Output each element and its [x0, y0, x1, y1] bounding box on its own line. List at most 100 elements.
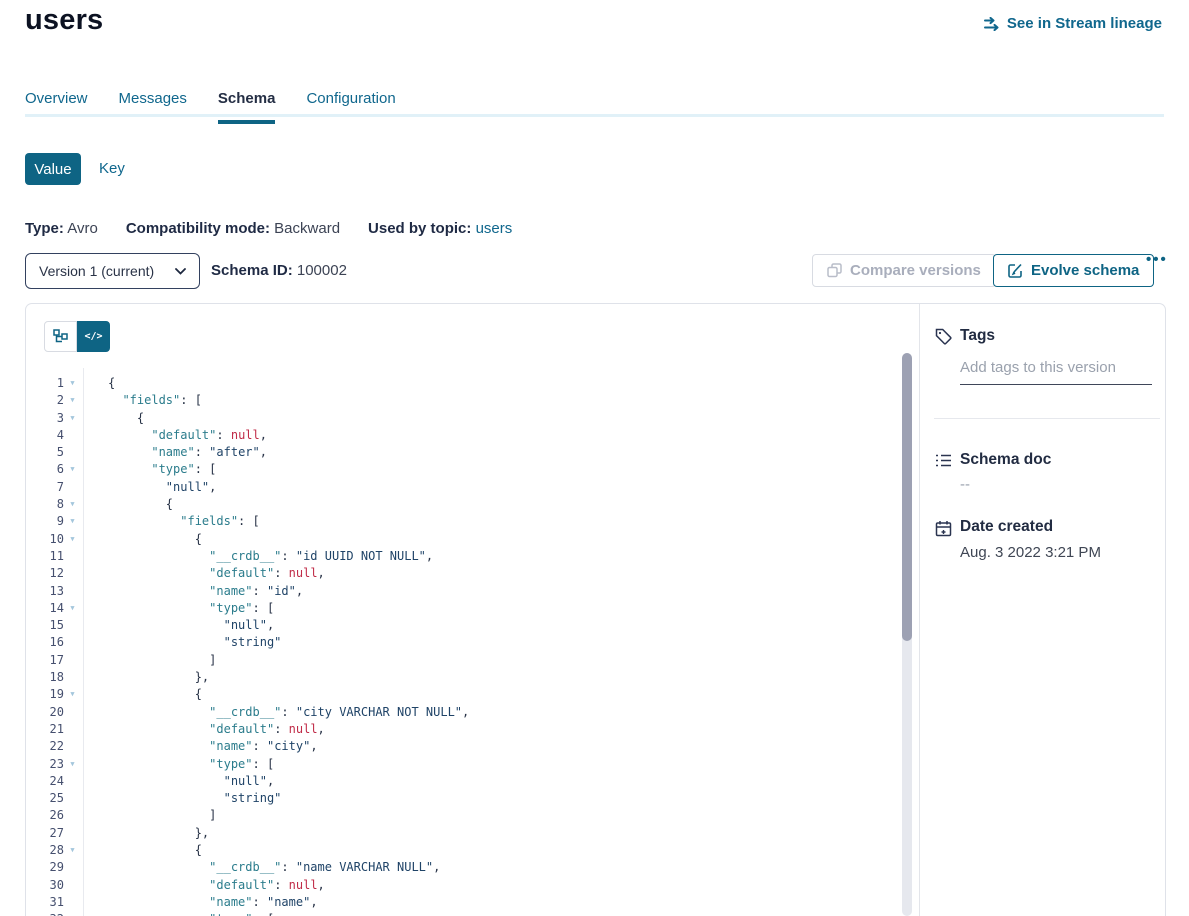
tab-schema[interactable]: Schema [218, 90, 276, 124]
code-lines: 1▼{2▼ "fields": [3▼ {4 "default": null,5… [26, 375, 896, 916]
editor-view-toggle: </> [44, 321, 110, 352]
line-number: 1 [26, 375, 64, 392]
tree-view-button[interactable] [44, 321, 77, 352]
code-line: 17 ] [26, 652, 896, 669]
code-text: "name": "id", [78, 583, 303, 600]
code-line: 32▼ "type": [ [26, 911, 896, 916]
fold-arrow-icon[interactable]: ▼ [67, 513, 78, 530]
line-number: 31 [26, 894, 64, 911]
fold-arrow-icon[interactable]: ▼ [67, 410, 78, 427]
line-number: 20 [26, 704, 64, 721]
fold-arrow-icon[interactable]: ▼ [67, 911, 78, 916]
fold-arrow-icon[interactable]: ▼ [67, 375, 78, 392]
fold-arrow-icon[interactable]: ▼ [67, 496, 78, 513]
fold-arrow-icon[interactable]: ▼ [67, 842, 78, 859]
type-value: Avro [67, 220, 98, 237]
version-select[interactable]: Version 1 (current) [25, 253, 200, 289]
code-text: "__crdb__": "city VARCHAR NOT NULL", [78, 704, 469, 721]
key-toggle-button[interactable]: Key [99, 160, 125, 177]
tab-messages[interactable]: Messages [119, 90, 187, 124]
code-text: "fields": [ [78, 392, 202, 409]
line-number: 22 [26, 738, 64, 755]
line-number: 27 [26, 825, 64, 842]
code-text: { [78, 686, 202, 703]
code-line: 19▼ { [26, 686, 896, 703]
tab-configuration[interactable]: Configuration [306, 90, 395, 124]
code-line: 25 "string" [26, 790, 896, 807]
code-line: 29 "__crdb__": "name VARCHAR NULL", [26, 859, 896, 876]
editor-scrollbar [902, 353, 912, 916]
fold-arrow-icon[interactable]: ▼ [67, 461, 78, 478]
code-line: 4 "default": null, [26, 427, 896, 444]
code-line: 30 "default": null, [26, 877, 896, 894]
date-created-title: Date created [960, 518, 1053, 536]
compare-versions-label: Compare versions [850, 262, 981, 279]
code-text: "__crdb__": "id UUID NOT NULL", [78, 548, 433, 565]
topic-link[interactable]: users [476, 220, 513, 237]
code-line: 1▼{ [26, 375, 896, 392]
code-line: 20 "__crdb__": "city VARCHAR NOT NULL", [26, 704, 896, 721]
line-number: 7 [26, 479, 64, 496]
line-number: 12 [26, 565, 64, 582]
add-tags-input[interactable] [960, 359, 1152, 385]
used-by-topic-label: Used by topic: [368, 220, 471, 237]
fold-arrow-icon[interactable]: ▼ [67, 392, 78, 409]
code-line: 2▼ "fields": [ [26, 392, 896, 409]
stream-lineage-label: See in Stream lineage [1007, 15, 1162, 32]
code-view-icon: </> [84, 331, 102, 342]
date-created-value: Aug. 3 2022 3:21 PM [960, 544, 1101, 561]
code-line: 27 }, [26, 825, 896, 842]
sidebar-divider [919, 304, 920, 916]
code-line: 12 "default": null, [26, 565, 896, 582]
code-view-button[interactable]: </> [77, 321, 110, 352]
evolve-schema-button[interactable]: Evolve schema [993, 254, 1154, 287]
code-line: 9▼ "fields": [ [26, 513, 896, 530]
schema-card: </> 1▼{2▼ "fields": [3▼ {4 "default": nu… [25, 303, 1166, 916]
value-toggle-button[interactable]: Value [25, 153, 81, 185]
code-text: "null", [78, 479, 216, 496]
line-number: 23 [26, 756, 64, 773]
stream-lineage-link[interactable]: See in Stream lineage [983, 15, 1162, 32]
line-number: 4 [26, 427, 64, 444]
fold-arrow-icon[interactable]: ▼ [67, 756, 78, 773]
tag-icon [935, 328, 952, 345]
line-number: 32 [26, 911, 64, 916]
evolve-schema-icon [1008, 263, 1023, 278]
line-number: 14 [26, 600, 64, 617]
fold-arrow-icon[interactable]: ▼ [67, 686, 78, 703]
meta-compatibility: Compatibility mode: Backward [126, 220, 340, 237]
line-number: 28 [26, 842, 64, 859]
editor-scrollbar-thumb[interactable] [902, 353, 912, 641]
compare-versions-button[interactable]: Compare versions [812, 254, 996, 287]
code-line: 15 "null", [26, 617, 896, 634]
schema-doc-value: -- [960, 476, 970, 493]
code-text: "fields": [ [78, 513, 260, 530]
code-line: 31 "name": "name", [26, 894, 896, 911]
version-select-value: Version 1 (current) [39, 263, 154, 279]
meta-type: Type: Avro [25, 220, 98, 237]
schema-meta-row: Type: Avro Compatibility mode: Backward … [25, 220, 512, 237]
date-created-icon [935, 520, 952, 537]
code-text: }, [78, 669, 209, 686]
tab-overview[interactable]: Overview [25, 90, 88, 124]
code-text: { [78, 842, 202, 859]
code-line: 10▼ { [26, 531, 896, 548]
fold-arrow-icon[interactable]: ▼ [67, 600, 78, 617]
line-number: 25 [26, 790, 64, 807]
code-line: 8▼ { [26, 496, 896, 513]
code-text: "type": [ [78, 911, 274, 916]
meta-topic: Used by topic: users [368, 220, 512, 237]
line-number: 16 [26, 634, 64, 651]
line-number: 24 [26, 773, 64, 790]
line-number: 5 [26, 444, 64, 461]
code-line: 18 }, [26, 669, 896, 686]
more-actions-button[interactable]: ••• [1146, 251, 1168, 268]
evolve-schema-label: Evolve schema [1031, 262, 1139, 279]
code-line: 24 "null", [26, 773, 896, 790]
line-number: 6 [26, 461, 64, 478]
code-text: { [78, 496, 173, 513]
line-number: 8 [26, 496, 64, 513]
line-number: 9 [26, 513, 64, 530]
fold-arrow-icon[interactable]: ▼ [67, 531, 78, 548]
code-text: "default": null, [78, 877, 325, 894]
